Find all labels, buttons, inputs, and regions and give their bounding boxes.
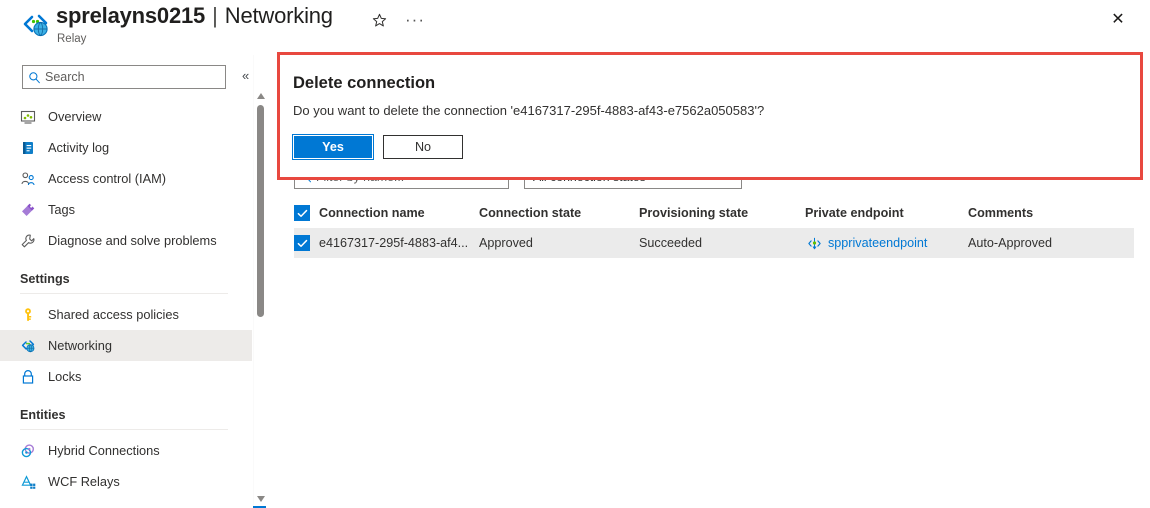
sidebar-item-label: Networking [48,338,113,353]
close-icon[interactable]: ✕ [1105,6,1131,32]
access-control-icon [20,171,42,187]
sidebar-item-wcf-relays[interactable]: WCF Relays [0,466,252,497]
sidebar-item-label: Diagnose and solve problems [48,233,217,248]
sidebar-item-tags[interactable]: Tags [0,194,252,225]
sidebar-group-label: Settings [20,272,70,286]
page-section-name: Networking [224,3,333,28]
resource-name: sprelayns0215 [56,3,206,28]
table-header: Connection name Connection state Provisi… [294,198,1134,228]
table-header-row: Connection name Connection state Provisi… [294,198,1134,228]
select-all-checkbox[interactable] [294,205,310,221]
cell-private-endpoint: spprivateendpoint [805,236,968,251]
cell-connection-name: e4167317-295f-4883-af4... [319,236,469,250]
sidebar-item-access-control[interactable]: Access control (IAM) [0,163,252,194]
sidebar-item-label: WCF Relays [48,474,120,489]
page-header: sprelayns0215 | Networking Relay ··· ✕ [0,0,1150,50]
title-separator: | [212,3,218,28]
sidebar-item-label: Shared access policies [48,307,179,322]
dialog-title: Delete connection [293,74,436,92]
activity-log-icon [20,140,42,156]
resource-type-label: Relay [57,33,87,45]
overview-icon [20,109,42,125]
favorite-star-icon[interactable] [367,8,391,32]
hybrid-connections-icon [20,443,42,459]
page-title: sprelayns0215 | Networking [56,3,333,29]
dialog-buttons: Yes No [292,134,463,160]
sidebar-item-hybrid-connections[interactable]: Hybrid Connections [0,435,252,466]
sidebar-item-label: Activity log [48,140,110,155]
table-row[interactable]: e4167317-295f-4883-af4... Approved Succe… [294,228,1134,258]
sidebar-item-label: Locks [48,369,82,384]
tags-icon [20,202,42,218]
column-header-private-endpoint[interactable]: Private endpoint [805,206,968,220]
sidebar-item-overview[interactable]: Overview [0,101,252,132]
sidebar-group-entities: Entities [0,406,252,424]
scroll-up-arrow-icon[interactable] [255,90,266,101]
sidebar-divider [20,293,228,294]
column-header-connection-name[interactable]: Connection name [319,206,479,220]
networking-icon [20,338,42,354]
sidebar-item-shared-access-policies[interactable]: Shared access policies [0,299,252,330]
sidebar-nav: Overview Activity log Access control (IA… [0,101,252,497]
scrollbar-thumb[interactable] [257,105,264,317]
sidebar-item-diagnose[interactable]: Diagnose and solve problems [0,225,252,256]
sidebar-item-networking[interactable]: Networking [0,330,252,361]
sidebar: Search « Overview Activity log Access co… [0,55,252,508]
sidebar-item-locks[interactable]: Locks [0,361,252,392]
delete-connection-dialog: Delete connection Do you want to delete … [277,52,1143,180]
sidebar-item-label: Overview [48,109,102,124]
relay-resource-icon [20,10,50,40]
sidebar-item-label: Hybrid Connections [48,443,160,458]
sidebar-group-label: Entities [20,408,66,422]
sidebar-scrollbar[interactable] [253,55,267,508]
scroll-down-arrow-icon[interactable] [255,493,266,504]
confirm-yes-button[interactable]: Yes [292,134,374,160]
search-input[interactable]: Search [22,65,226,89]
private-endpoint-icon [805,236,823,251]
private-endpoint-link[interactable]: spprivateendpoint [828,236,927,250]
table-body: e4167317-295f-4883-af4... Approved Succe… [294,228,1134,258]
search-placeholder: Search [45,70,85,84]
cancel-no-button[interactable]: No [383,135,463,159]
key-icon [20,307,42,323]
search-icon [23,71,45,84]
column-header-comments[interactable]: Comments [968,206,1128,220]
cell-comments: Auto-Approved [968,236,1053,250]
sidebar-divider [20,429,228,430]
sidebar-group-settings: Settings [0,270,252,288]
column-header-connection-state[interactable]: Connection state [479,206,639,220]
cell-provisioning-state: Succeeded [639,236,703,250]
column-header-provisioning-state[interactable]: Provisioning state [639,206,805,220]
connections-table: Connection name Connection state Provisi… [294,198,1134,258]
wcf-relays-icon [20,474,42,490]
sidebar-item-label: Access control (IAM) [48,171,167,186]
sidebar-item-label: Tags [48,202,76,217]
diagnose-wrench-icon [20,233,42,249]
cell-connection-state: Approved [479,236,533,250]
lock-icon [20,369,42,385]
sidebar-item-activity-log[interactable]: Activity log [0,132,252,163]
dialog-message: Do you want to delete the connection 'e4… [293,103,765,118]
collapse-sidebar-button[interactable]: « [242,69,249,82]
row-checkbox[interactable] [294,235,310,251]
more-options-icon[interactable]: ··· [403,8,427,32]
